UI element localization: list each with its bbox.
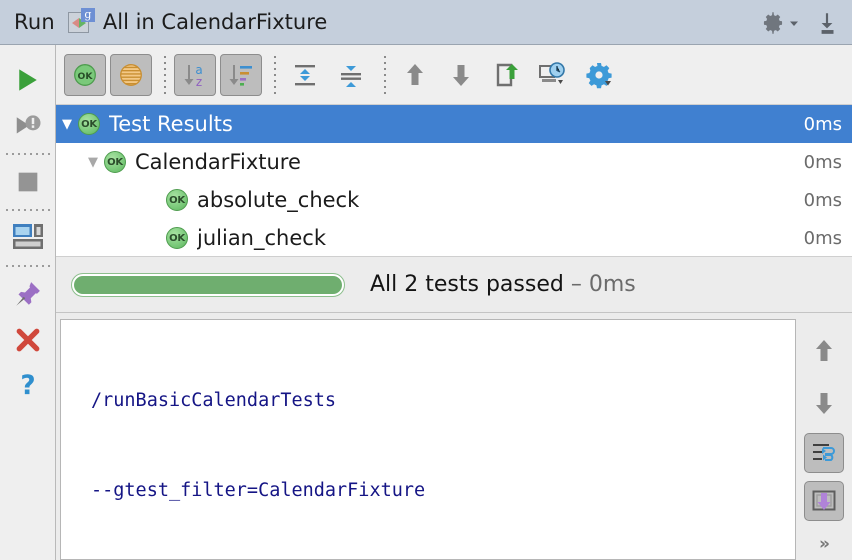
arrow-down-icon	[816, 393, 832, 414]
show-ignored-button[interactable]	[110, 53, 152, 96]
run-content: OK a z ▼ OK Test Results 0ms ▼ OK Calend…	[56, 45, 852, 560]
soft-wrap-icon	[813, 444, 835, 461]
tree-row-label: Test Results	[109, 112, 233, 136]
sidebar-item-pin-tab[interactable]	[8, 271, 48, 317]
test-progress-bar	[71, 272, 345, 297]
console-scroll-up-button[interactable]	[802, 329, 846, 373]
sort-by-duration-icon	[229, 64, 252, 86]
sidebar-separator	[5, 149, 50, 159]
collapse-all-button[interactable]	[330, 54, 372, 96]
previous-failed-test-button[interactable]	[394, 54, 436, 96]
tree-row-label: CalendarFixture	[135, 150, 301, 174]
test-summary-duration: 0ms	[588, 272, 636, 297]
sidebar-separator	[5, 205, 50, 215]
export-to-file-button[interactable]	[814, 10, 840, 36]
run-configuration-title: All in CalendarFixture	[102, 10, 328, 34]
settings-button[interactable]	[760, 10, 800, 36]
toolbar-separator	[164, 55, 166, 94]
tool-window-header: Run g All in CalendarFixture	[0, 0, 852, 45]
console-area: /runBasicCalendarTests --gtest_filter=Ca…	[56, 313, 852, 560]
sidebar-separator	[5, 261, 50, 271]
tree-row-duration: 0ms	[803, 113, 842, 135]
tree-row-duration: 0ms	[803, 189, 842, 211]
blue-gear-icon	[586, 62, 612, 88]
tree-row-duration: 0ms	[803, 151, 842, 173]
sort-a-z-icon: a z	[184, 63, 203, 89]
run-tool-window: Run g All in CalendarFixture ? OK a z ▼ …	[0, 0, 852, 560]
arrow-down-icon	[453, 64, 469, 86]
gtest-badge-letter: g	[80, 8, 95, 22]
console-toolbar: »	[796, 313, 852, 560]
header-actions	[760, 0, 840, 45]
test-settings-button[interactable]	[578, 54, 620, 96]
svg-text:OK: OK	[78, 70, 94, 81]
test-runner-toolbar: OK a z	[56, 45, 852, 105]
sidebar-item-layout[interactable]	[8, 215, 48, 261]
tree-row-label: absolute_check	[197, 188, 360, 212]
striped-circle-icon	[120, 63, 142, 86]
sidebar-item-help[interactable]: ?	[8, 363, 48, 409]
rerun-failed-icon	[16, 115, 40, 134]
toolbar-separator	[384, 55, 386, 94]
pushpin-icon	[15, 282, 40, 306]
play-icon	[18, 69, 37, 91]
test-results-tree[interactable]: ▼ OK Test Results 0ms ▼ OK CalendarFixtu…	[56, 105, 852, 257]
sort-alphabetically-button[interactable]: a z	[174, 53, 216, 96]
run-tool-window-label: Run	[14, 10, 55, 34]
test-status-bar: All 2 tests passed – 0ms	[56, 257, 852, 313]
test-summary-label: All 2 tests passed	[370, 272, 564, 297]
export-results-icon	[496, 63, 518, 86]
twisty-expanded-icon[interactable]: ▼	[82, 156, 104, 169]
test-history-clock-icon	[539, 61, 565, 84]
run-actions-sidebar: ?	[0, 45, 56, 560]
question-mark-icon: ?	[20, 371, 35, 401]
close-x-icon	[16, 328, 39, 352]
console-scroll-down-button[interactable]	[802, 381, 846, 425]
arrow-up-icon	[407, 63, 423, 85]
gtest-icon: g	[67, 8, 95, 35]
soft-wrap-button[interactable]	[804, 433, 844, 473]
test-history-button[interactable]	[532, 54, 574, 96]
tree-row-label: julian_check	[197, 226, 326, 250]
sidebar-item-close[interactable]	[8, 317, 48, 363]
status-ok-icon: OK	[104, 151, 126, 173]
sidebar-item-rerun-failed[interactable]	[8, 103, 48, 149]
scroll-to-end-icon	[812, 490, 836, 511]
export-test-results-button[interactable]	[486, 54, 528, 96]
test-summary-separator: –	[563, 272, 589, 297]
next-failed-test-button[interactable]	[440, 54, 482, 96]
sort-by-duration-button[interactable]	[220, 53, 262, 96]
twisty-expanded-icon[interactable]: ▼	[56, 118, 78, 131]
test-summary-text: All 2 tests passed – 0ms	[370, 272, 636, 297]
status-ok-icon: OK	[166, 227, 188, 249]
sidebar-item-stop[interactable]	[8, 159, 48, 205]
status-ok-icon: OK	[166, 189, 188, 211]
tree-row-test-results[interactable]: ▼ OK Test Results 0ms	[56, 105, 852, 143]
console-line: /runBasicCalendarTests	[91, 390, 337, 411]
expand-all-icon	[295, 64, 315, 85]
arrow-up-icon	[816, 340, 832, 361]
tree-row-julian-check[interactable]: OK julian_check 0ms	[56, 219, 852, 256]
console-output[interactable]: /runBasicCalendarTests --gtest_filter=Ca…	[60, 319, 796, 560]
layout-icon	[12, 224, 43, 249]
tree-row-duration: 0ms	[803, 227, 842, 249]
tree-row-absolute-check[interactable]: OK absolute_check 0ms	[56, 181, 852, 219]
ok-circle-icon: OK	[74, 63, 96, 86]
expand-all-button[interactable]	[284, 54, 326, 96]
scroll-to-end-button[interactable]	[804, 481, 844, 521]
stop-square-icon	[18, 172, 37, 192]
svg-text:?: ?	[20, 371, 35, 401]
toolbar-separator	[274, 55, 276, 94]
tree-row-calendar-fixture[interactable]: ▼ OK CalendarFixture 0ms	[56, 143, 852, 181]
gear-icon	[763, 11, 783, 34]
console-line: --gtest_filter=CalendarFixture	[91, 480, 426, 501]
status-ok-icon: OK	[78, 113, 100, 135]
collapse-all-icon	[341, 65, 361, 87]
chevron-down-icon	[790, 21, 798, 26]
hide-passed-button[interactable]: OK	[64, 53, 106, 96]
sidebar-item-rerun[interactable]	[8, 57, 48, 103]
svg-text:z: z	[196, 75, 202, 89]
console-overflow-button[interactable]: »	[819, 534, 830, 554]
export-to-file-icon	[821, 12, 834, 34]
